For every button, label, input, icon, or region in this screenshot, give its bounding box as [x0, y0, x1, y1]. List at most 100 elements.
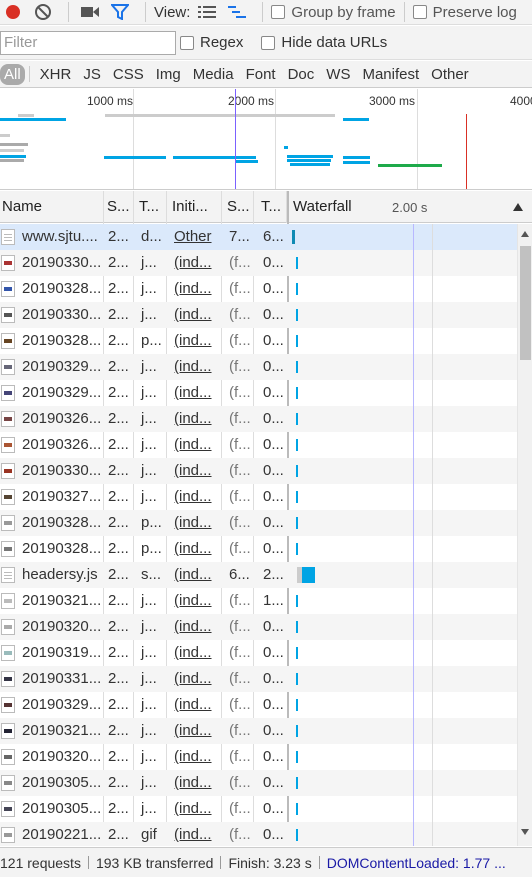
type-filter-xhr[interactable]: XHR [34, 64, 78, 85]
table-row[interactable]: 20190328... 2... p... (ind... (f... 0... [0, 328, 517, 354]
cell-initiator[interactable]: (ind... [172, 562, 220, 588]
cell-initiator[interactable]: (ind... [172, 354, 220, 380]
cell-initiator[interactable]: (ind... [172, 614, 220, 640]
cell-initiator[interactable]: (ind... [172, 640, 220, 666]
table-row[interactable]: 20190329... 2... j... (ind... (f... 0... [0, 692, 517, 718]
checkbox-box[interactable] [412, 5, 427, 19]
cell-type: j... [141, 358, 157, 375]
column-header-name[interactable]: Name [0, 191, 104, 223]
timeline-overview[interactable]: 1000 ms 2000 ms 3000 ms 4000 [0, 89, 532, 190]
table-row[interactable]: 20190328... 2... j... (ind... (f... 0... [0, 276, 517, 302]
cell-initiator[interactable]: (ind... [172, 588, 220, 614]
type-filter-ws[interactable]: WS [320, 64, 356, 85]
table-row[interactable]: 20190319... 2... j... (ind... (f... 0... [0, 640, 517, 666]
table-scrollbar[interactable] [517, 224, 532, 846]
table-row[interactable]: 20190331... 2... j... (ind... (f... 0... [0, 666, 517, 692]
column-header-initiator[interactable]: Initi... [167, 191, 222, 223]
cell-initiator[interactable]: (ind... [172, 484, 220, 510]
cell-size: 7... [229, 228, 250, 245]
type-filter-img[interactable]: Img [150, 64, 187, 85]
waterfall-time-label: 2.00 s [392, 200, 428, 215]
filter-icon [111, 4, 129, 20]
filter-input[interactable]: Filter [0, 30, 176, 55]
column-header-size[interactable]: S... [222, 191, 254, 223]
cell-initiator[interactable]: (ind... [172, 328, 220, 354]
record-button[interactable] [4, 3, 22, 21]
table-row[interactable]: 20190328... 2... p... (ind... (f... 0... [0, 536, 517, 562]
table-row[interactable]: 20190330... 2... j... (ind... (f... 0... [0, 458, 517, 484]
cell-initiator[interactable]: (ind... [172, 666, 220, 692]
image-thumbnail-icon [1, 437, 15, 453]
table-row[interactable]: 20190327... 2... j... (ind... (f... 0... [0, 484, 517, 510]
table-row[interactable]: 20190320... 2... j... (ind... (f... 0... [0, 614, 517, 640]
scroll-up-icon[interactable] [521, 231, 529, 237]
column-header-status[interactable]: S... [104, 191, 134, 223]
checkbox-box[interactable] [271, 5, 286, 19]
sort-ascending-icon[interactable] [512, 202, 524, 212]
preserve-log-checkbox[interactable]: Preserve log [412, 4, 517, 21]
table-row[interactable]: 20190326... 2... j... (ind... (f... 0... [0, 406, 517, 432]
cell-initiator[interactable]: Other [172, 224, 220, 250]
waterfall-bar [296, 257, 298, 269]
load-event-marker [466, 114, 467, 189]
type-filter-all[interactable]: All [0, 63, 25, 85]
overview-button[interactable] [228, 3, 247, 21]
cell-name: 20190330... [22, 306, 102, 323]
type-filter-other[interactable]: Other [425, 64, 475, 85]
requests-table-body: www.sjtu.... 2... d... Other 7... 6... 2019033… [0, 224, 517, 846]
table-row[interactable]: 20190329... 2... j... (ind... (f... 0... [0, 354, 517, 380]
filter-toggle-button[interactable] [111, 3, 129, 21]
type-filter-css[interactable]: CSS [107, 64, 150, 85]
scrollbar-thumb[interactable] [520, 246, 531, 360]
regex-checkbox[interactable]: Regex [180, 34, 243, 51]
cell-initiator[interactable]: (ind... [172, 380, 220, 406]
cell-initiator[interactable]: (ind... [172, 744, 220, 770]
cell-initiator[interactable]: (ind... [172, 510, 220, 536]
table-row[interactable]: 20190221... 2... gif (ind... (f... 0... [0, 822, 517, 846]
checkbox-box[interactable] [180, 35, 194, 50]
column-header-time[interactable]: T... [254, 191, 287, 223]
overview-bar [0, 134, 10, 137]
cell-initiator[interactable]: (ind... [172, 796, 220, 822]
cell-initiator[interactable]: (ind... [172, 770, 220, 796]
type-filter-doc[interactable]: Doc [282, 64, 321, 85]
cell-initiator[interactable]: (ind... [172, 276, 220, 302]
cell-initiator[interactable]: (ind... [172, 822, 220, 846]
cell-initiator[interactable]: (ind... [172, 692, 220, 718]
table-row[interactable]: 20190320... 2... j... (ind... (f... 0... [0, 744, 517, 770]
cell-initiator[interactable]: (ind... [172, 718, 220, 744]
table-row[interactable]: 20190330... 2... j... (ind... (f... 0... [0, 250, 517, 276]
cell-initiator[interactable]: (ind... [172, 406, 220, 432]
cell-size: (f... [229, 722, 251, 739]
checkbox-box[interactable] [261, 35, 276, 50]
type-filter-manifest[interactable]: Manifest [356, 64, 425, 85]
table-row[interactable]: 20190305... 2... j... (ind... (f... 0... [0, 796, 517, 822]
cell-size: (f... [229, 618, 251, 635]
group-by-frame-checkbox[interactable]: Group by frame [271, 4, 396, 21]
table-row[interactable]: www.sjtu.... 2... d... Other 7... 6... [0, 224, 517, 250]
table-row[interactable]: 20190328... 2... p... (ind... (f... 0... [0, 510, 517, 536]
large-rows-button[interactable] [198, 3, 217, 21]
table-row[interactable]: 20190305... 2... j... (ind... (f... 0... [0, 770, 517, 796]
scroll-down-icon[interactable] [521, 829, 529, 835]
cell-initiator[interactable]: (ind... [172, 250, 220, 276]
clear-button[interactable] [34, 3, 52, 21]
capture-screenshots-button[interactable] [81, 3, 99, 21]
cell-initiator[interactable]: (ind... [172, 302, 220, 328]
type-filter-media[interactable]: Media [187, 64, 240, 85]
cell-initiator[interactable]: (ind... [172, 432, 220, 458]
table-row[interactable]: 20190321... 2... j... (ind... (f... 0... [0, 718, 517, 744]
cell-initiator[interactable]: (ind... [172, 458, 220, 484]
type-filter-font[interactable]: Font [240, 64, 282, 85]
table-row[interactable]: headersy.js 2... s... (ind... 6... 2... [0, 562, 517, 588]
column-header-type[interactable]: T... [134, 191, 167, 223]
cell-time: 0... [263, 306, 284, 323]
table-row[interactable]: 20190330... 2... j... (ind... (f... 0... [0, 302, 517, 328]
table-row[interactable]: 20190329... 2... j... (ind... (f... 0... [0, 380, 517, 406]
table-row[interactable]: 20190321... 2... j... (ind... (f... 1... [0, 588, 517, 614]
table-row[interactable]: 20190326... 2... j... (ind... (f... 0... [0, 432, 517, 458]
hide-data-urls-checkbox[interactable]: Hide data URLs [261, 34, 387, 51]
dom-content-loaded-time: DOMContentLoaded: 1.77 ... [326, 854, 506, 871]
type-filter-js[interactable]: JS [77, 64, 107, 85]
cell-initiator[interactable]: (ind... [172, 536, 220, 562]
